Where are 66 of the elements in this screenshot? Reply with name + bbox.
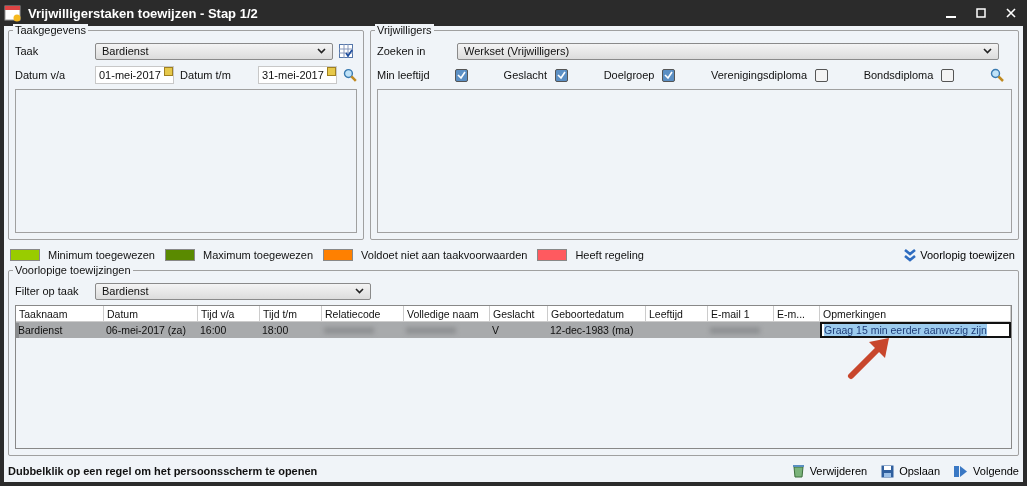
window-title: Vrijwilligerstaken toewijzen - Stap 1/2 <box>28 5 259 21</box>
grid-icon[interactable] <box>339 44 353 58</box>
legend-label: Heeft regeling <box>575 249 644 261</box>
field-label: Taak <box>15 45 40 57</box>
next-button[interactable]: Volgende <box>954 464 1019 478</box>
filter-label: Geslacht <box>503 69 548 81</box>
caret-icon <box>983 48 992 54</box>
maximize-icon <box>976 8 986 18</box>
checkbox[interactable] <box>555 68 569 82</box>
filter-label: Bondsdiploma <box>863 69 934 81</box>
table-cell: 12-dec-1983 (ma) <box>548 322 646 338</box>
trash-icon <box>791 464 805 478</box>
checkbox[interactable] <box>455 68 468 82</box>
column-header[interactable]: Leeftijd <box>646 306 708 322</box>
date-field[interactable]: 01-mei-2017 <box>95 66 175 84</box>
search-icon[interactable] <box>343 68 357 82</box>
table-cell: Bardienst <box>16 322 104 338</box>
column-header[interactable]: E-mail 1 <box>708 306 774 322</box>
table-cell: 06-mei-2017 (za) <box>104 322 198 338</box>
save-button[interactable]: Opslaan <box>881 464 941 478</box>
field-label: Datum t/m <box>180 69 232 81</box>
delete-button[interactable]: Verwijderen <box>791 464 868 478</box>
checkbox[interactable] <box>941 68 955 82</box>
field-label: Zoeken in <box>377 45 427 57</box>
table-cell: 16:00 <box>198 322 260 338</box>
legend-label: Minimum toegewezen <box>48 249 155 261</box>
assign-button[interactable]: Voorlopig toewijzen <box>900 248 1019 262</box>
close-icon <box>1006 8 1016 18</box>
filter-label: Min leeftijd <box>377 69 431 81</box>
legend-label: Maximum toegewezen <box>203 249 314 261</box>
group-title: Taakgegevens <box>13 24 88 36</box>
column-header[interactable]: Tijd t/m <box>260 306 322 322</box>
column-header[interactable]: Volledige naam <box>404 306 490 322</box>
checkbox[interactable] <box>815 68 829 82</box>
task-filter-dropdown[interactable]: Bardienst <box>95 282 371 300</box>
calendar-icon <box>4 4 22 22</box>
search-icon[interactable] <box>989 68 1004 82</box>
group-title: Vrijwilligers <box>375 24 434 36</box>
task-dropdown[interactable]: Bardienst <box>95 42 333 60</box>
double-chevron-icon <box>904 248 917 262</box>
cell-editor[interactable]: Graag 15 min eerder aanwezig zijn <box>820 322 1011 338</box>
status-hint: Dubbelklik op een regel om het persoonsscherm te openen <box>8 465 319 477</box>
column-header[interactable]: E-m... <box>774 306 820 322</box>
column-header[interactable]: Relatiecode <box>322 306 404 322</box>
group-title: Voorlopige toewijzingen <box>13 264 133 276</box>
checkbox[interactable] <box>662 68 676 82</box>
filter-label: Doelgroep <box>603 69 655 81</box>
table-cell: V <box>490 322 548 338</box>
field-label: Filter op taak <box>15 285 80 297</box>
blurred-cell <box>708 322 774 338</box>
legend-label: Voldoet niet aan taakvoorwaarden <box>361 249 528 261</box>
search-in-dropdown[interactable]: Werkset (Vrijwilligers) <box>457 42 999 60</box>
field-label: Datum v/a <box>15 69 67 81</box>
date-field[interactable]: 31-mei-2017 <box>258 66 338 84</box>
next-icon <box>954 464 969 478</box>
column-header[interactable]: Geboortedatum <box>548 306 646 322</box>
column-header[interactable]: Geslacht <box>490 306 548 322</box>
minimize-icon <box>946 16 956 18</box>
table-cell: 18:00 <box>260 322 322 338</box>
column-header[interactable]: Taaknaam <box>16 306 104 322</box>
column-header[interactable]: Datum <box>104 306 198 322</box>
caret-icon <box>317 48 326 54</box>
filter-label: Verenigingsdiploma <box>711 69 808 81</box>
caret-icon <box>355 288 364 294</box>
column-header[interactable]: Opmerkingen <box>820 306 1011 322</box>
column-header[interactable]: Tijd v/a <box>198 306 260 322</box>
